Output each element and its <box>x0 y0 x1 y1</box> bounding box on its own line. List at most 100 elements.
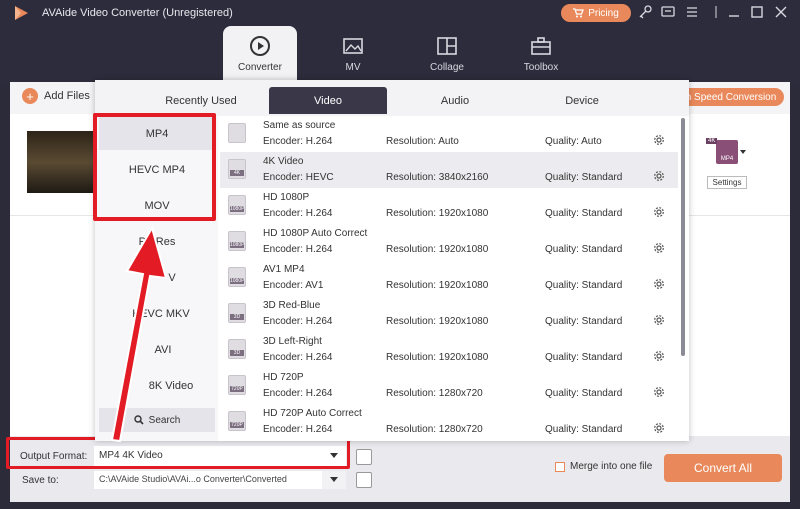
format-row[interactable]: 3D 3D Red-Blue Encoder: H.264 Resolution: 1… <box>220 296 678 332</box>
add-files-label: Add Files <box>44 90 90 102</box>
video-format-icon: 3D <box>228 339 246 359</box>
highlight-box-output-format <box>6 437 350 469</box>
gear-icon[interactable] <box>653 386 665 398</box>
category-item[interactable]: HEVC MKV <box>99 297 215 330</box>
format-row[interactable]: Same as source Encoder: H.264 Resolution: … <box>220 116 678 152</box>
folder-icon[interactable] <box>356 472 372 488</box>
save-to-value: C:\AVAide Studio\AVAi...o Converter\Conv… <box>99 474 287 484</box>
close-icon[interactable] <box>773 4 789 20</box>
save-to-select[interactable]: C:\AVAide Studio\AVAi...o Converter\Conv… <box>94 471 346 489</box>
format-resolution: Resolution: 1920x1080 <box>386 352 489 363</box>
format-encoder: Encoder: H.264 <box>263 316 333 327</box>
format-row[interactable]: 720P HD 720P Encoder: H.264 Resolution: 128… <box>220 368 678 404</box>
format-name: Same as source <box>263 120 336 131</box>
collage-icon <box>437 37 457 55</box>
gear-icon[interactable] <box>653 314 665 326</box>
video-format-icon: 720P <box>228 375 246 395</box>
merge-checkbox[interactable] <box>555 462 565 472</box>
video-format-icon: 1080P <box>228 195 246 215</box>
tab-mv-label: MV <box>345 62 361 73</box>
scrollbar[interactable] <box>681 118 685 356</box>
format-icon-label: 1080P <box>230 278 245 284</box>
menu-icon[interactable] <box>684 4 700 20</box>
search-icon <box>133 415 144 425</box>
format-encoder: Encoder: AV1 <box>263 280 324 291</box>
video-format-icon: 1080P <box>228 231 246 251</box>
plus-icon: + <box>22 88 38 104</box>
gear-icon[interactable] <box>653 422 665 434</box>
video-thumbnail[interactable] <box>27 131 97 193</box>
category-item[interactable]: ProRes <box>99 225 215 258</box>
format-dropdown-icon[interactable] <box>740 150 746 154</box>
search-button[interactable]: Search <box>99 408 215 432</box>
gear-icon[interactable] <box>653 242 665 254</box>
video-format-icon: 3D <box>228 303 246 323</box>
maximize-icon[interactable] <box>749 4 765 20</box>
format-row[interactable]: 720P HD 720P Auto Correct Encoder: H.264 Re… <box>220 404 678 440</box>
output-format-badge: MP4 <box>720 156 734 162</box>
format-encoder: Encoder: HEVC <box>263 172 334 183</box>
minimize-icon[interactable] <box>726 4 742 20</box>
pricing-button[interactable]: Pricing <box>561 4 631 22</box>
format-row[interactable]: 1080P HD 1080P Auto Correct Encoder: H.264… <box>220 224 678 260</box>
search-label: Search <box>148 414 181 426</box>
add-files-button[interactable]: + Add Files <box>22 88 90 104</box>
converter-icon <box>250 36 270 56</box>
format-name: 4K Video <box>263 156 304 167</box>
settings-button[interactable]: Settings <box>707 176 747 189</box>
format-row[interactable]: 4K 4K Video Encoder: HEVC Resolution: 3840x… <box>220 152 678 188</box>
tab-mv[interactable]: MV <box>316 26 390 81</box>
format-icon-label: 720P <box>230 422 244 428</box>
format-encoder: Encoder: H.264 <box>263 424 333 435</box>
format-icon-label: 720P <box>230 386 244 392</box>
merge-label: Merge into one file <box>570 461 653 472</box>
format-quality: Quality: Standard <box>545 352 623 363</box>
gear-icon[interactable] <box>653 206 665 218</box>
format-row[interactable]: 1080P AV1 MP4 Encoder: AV1 Resolution: 1920… <box>220 260 678 296</box>
tab-collage-label: Collage <box>430 62 464 73</box>
speed-conversion-button[interactable]: h Speed Conversion <box>678 88 784 106</box>
format-name: HD 1080P <box>263 192 310 203</box>
category-item[interactable]: 8K Video <box>99 369 215 402</box>
separator-icon <box>715 6 717 18</box>
tab-recently-used[interactable]: Recently Used <box>142 87 260 114</box>
convert-all-button[interactable]: Convert All <box>664 454 782 482</box>
category-item[interactable]: V <box>99 261 215 294</box>
key-icon[interactable] <box>637 4 653 20</box>
mv-icon <box>343 38 363 54</box>
format-encoder: Encoder: H.264 <box>263 208 333 219</box>
format-name: HD 1080P Auto Correct <box>263 228 368 239</box>
category-item[interactable]: AVI <box>99 333 215 366</box>
tab-converter[interactable]: Converter <box>223 26 297 81</box>
format-encoder: Encoder: H.264 <box>263 136 333 147</box>
format-encoder: Encoder: H.264 <box>263 244 333 255</box>
format-resolution: Resolution: 1920x1080 <box>386 316 489 327</box>
tab-video[interactable]: Video <box>269 87 387 114</box>
gear-icon[interactable] <box>653 350 665 362</box>
highlight-box-categories <box>93 113 216 221</box>
format-quality: Quality: Standard <box>545 208 623 219</box>
app-logo-icon <box>15 6 28 20</box>
format-resolution: Resolution: 1920x1080 <box>386 244 489 255</box>
format-quality: Quality: Standard <box>545 424 623 435</box>
gear-icon[interactable] <box>653 170 665 182</box>
format-settings-icon[interactable] <box>356 449 372 465</box>
format-icon-label: 3D <box>230 350 244 356</box>
output-format-icon[interactable]: MP4 <box>716 140 738 164</box>
format-icon-label: 1080P <box>230 242 245 248</box>
format-row[interactable]: 3D 3D Left-Right Encoder: H.264 Resolution:… <box>220 332 678 368</box>
tab-collage[interactable]: Collage <box>410 26 484 81</box>
chat-icon[interactable] <box>660 4 676 20</box>
gear-icon[interactable] <box>653 134 665 146</box>
tab-toolbox[interactable]: Toolbox <box>504 26 578 81</box>
tab-device[interactable]: Device <box>523 87 641 114</box>
format-quality: Quality: Standard <box>545 388 623 399</box>
tab-audio[interactable]: Audio <box>396 87 514 114</box>
format-name: HD 720P <box>263 372 304 383</box>
pricing-label: Pricing <box>588 7 619 19</box>
format-row[interactable]: 1080P HD 1080P Encoder: H.264 Resolution: 1… <box>220 188 678 224</box>
format-name: HD 720P Auto Correct <box>263 408 362 419</box>
save-to-label: Save to: <box>22 475 59 486</box>
gear-icon[interactable] <box>653 278 665 290</box>
format-icon-label: 1080P <box>230 206 245 212</box>
